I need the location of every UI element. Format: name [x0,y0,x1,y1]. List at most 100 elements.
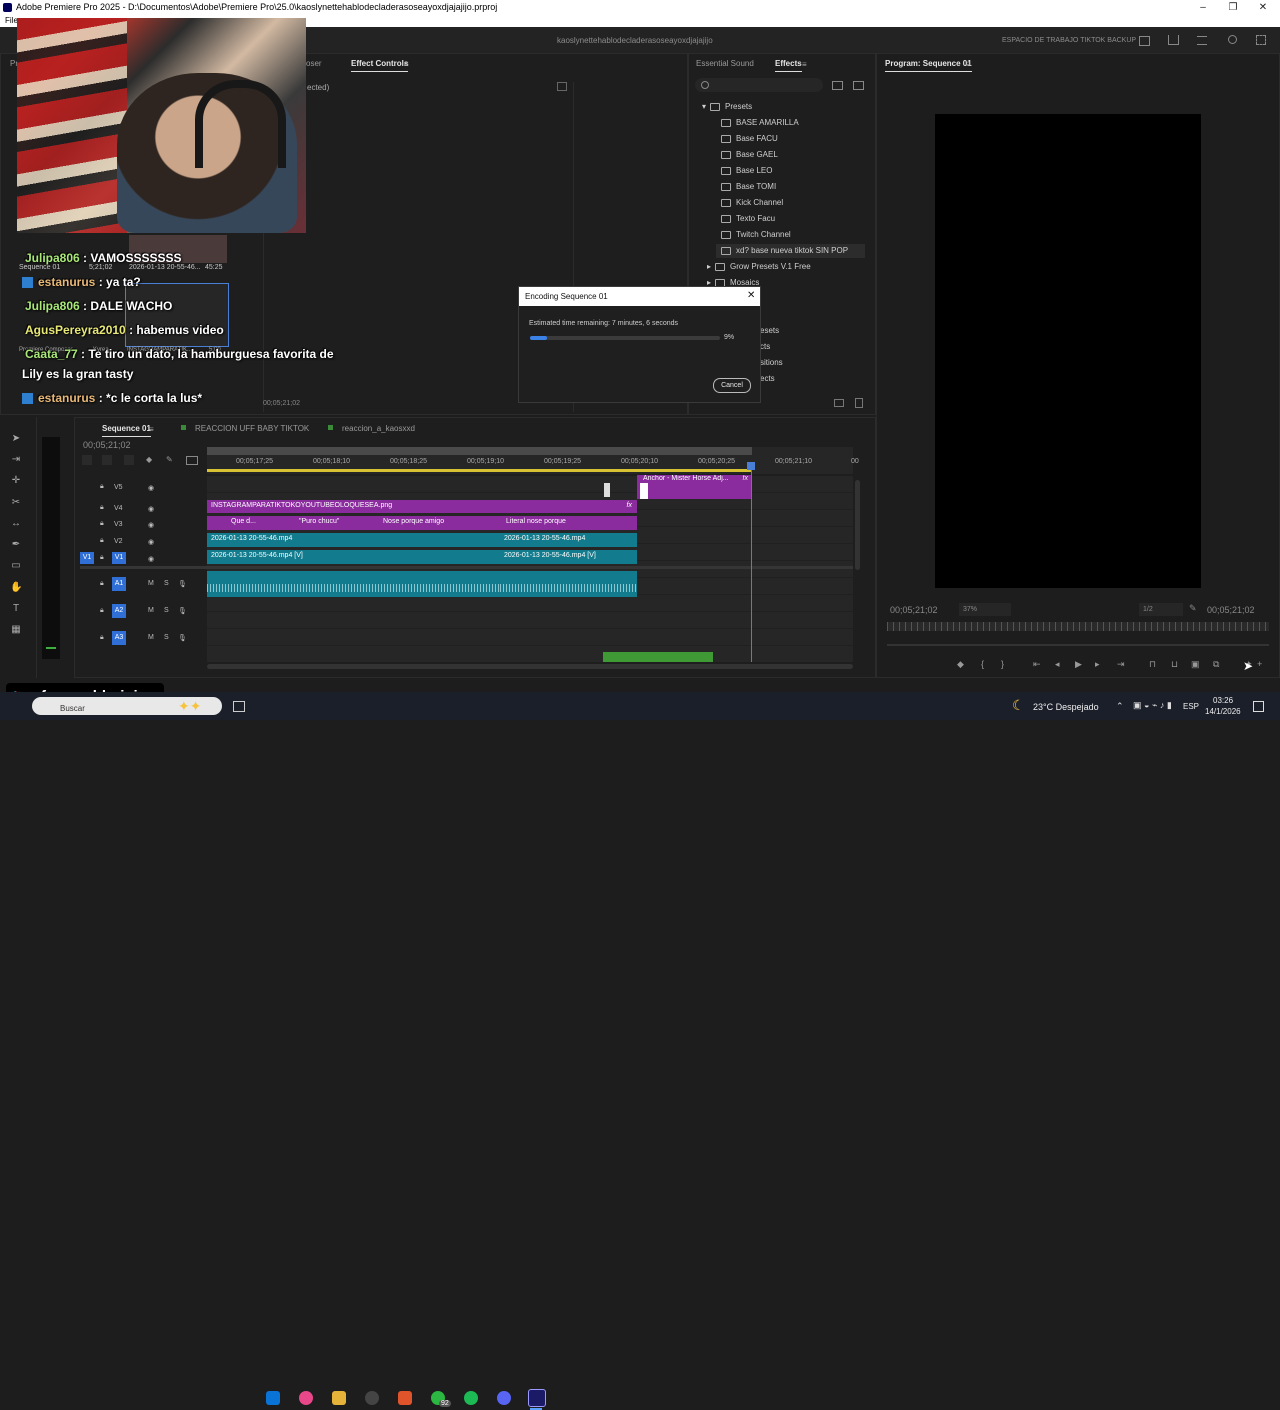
mark-out-icon[interactable]: } [1001,659,1004,669]
play-icon[interactable]: ▶ [1075,659,1082,670]
playhead-handle[interactable] [747,462,755,470]
close-button[interactable]: ✕ [1248,0,1278,15]
presets-folder[interactable]: ▾ Presets [702,100,752,114]
toggle-icon[interactable] [557,82,567,91]
clip-anchor-adjustment[interactable]: Anchor - Mister Horse Adj... fx [637,475,751,499]
step-forward-icon[interactable]: ▸ [1095,659,1100,670]
timeline-scrollbar[interactable] [207,664,853,669]
tab-reaccion-kaos[interactable]: reaccion_a_kaosxxd [342,424,415,433]
preset-item[interactable]: Base FACU [721,132,778,146]
menu-file[interactable]: File [5,15,18,27]
clip-png[interactable]: INSTAGRAMPARATIKTOKOYOUTUBEOLOQUESEA.png… [207,500,637,513]
vertical-scrollbar[interactable] [855,480,860,570]
track-select-icon[interactable]: ⇥ [10,454,22,466]
clip-small[interactable] [604,483,610,497]
export-frame-icon[interactable]: ▣ [1191,659,1200,670]
menu-lines-icon[interactable] [1197,36,1207,45]
eye-icon[interactable]: ◉ [148,484,154,492]
lock-icon[interactable]: 🔒︎ [100,504,104,512]
language-indicator[interactable]: ESP [1183,702,1199,711]
playhead-scrubber[interactable] [887,622,1269,631]
minimize-button[interactable]: – [1188,0,1218,15]
playhead-line[interactable] [751,462,752,662]
cancel-button[interactable]: Cancel [713,378,751,393]
premiere-taskbar-icon[interactable] [528,1389,546,1407]
preset-item-selected[interactable]: xd? base nueva tiktok SIN POP [716,244,865,258]
app-pink-icon[interactable] [299,1391,313,1405]
clip-text-4[interactable]: Literal nose porque [500,516,637,530]
clip-video-v2-a[interactable]: 2026-01-13 20-55-46.mp4 [207,533,500,547]
delete-icon[interactable] [855,398,863,408]
clip-text-1[interactable]: Que d... [207,516,273,530]
add-button-icon[interactable]: + [1257,659,1262,669]
clip-text-2[interactable]: "Puro chucu" [273,516,359,530]
preset-item[interactable]: Twitch Channel [721,228,791,242]
track-v2[interactable]: V2 [114,538,123,545]
razor-icon[interactable]: ✂ [10,497,22,509]
clip-green-bottom[interactable] [603,652,713,662]
store-icon[interactable] [266,1391,280,1405]
effects-folder-partial[interactable]: sitions [760,356,783,370]
nest-icon[interactable] [82,455,92,465]
selection-tool-icon[interactable]: ➤ [10,433,22,445]
microphone-icon[interactable]: 🎙︎ [178,634,187,642]
brave-icon[interactable] [398,1391,412,1405]
snap-icon[interactable] [102,455,112,465]
accelerated-effects-icon[interactable] [832,81,843,90]
eye-icon[interactable]: ◉ [148,521,154,529]
wrench-icon[interactable]: ✎ [1189,603,1197,614]
dialog-close-icon[interactable]: ✕ [747,290,755,301]
add-marker-icon[interactable]: ◆ [957,659,964,670]
search-icon[interactable] [1228,35,1237,44]
solo-toggle[interactable]: S [164,607,169,614]
mute-toggle[interactable]: M [148,607,154,614]
eye-icon[interactable]: ◉ [148,505,154,513]
marker-icon[interactable]: ◆ [146,455,152,464]
microphone-icon[interactable]: 🎙︎ [178,580,187,588]
tab-effect-controls[interactable]: Effect Controls [351,59,409,72]
lock-icon[interactable]: 🔒︎ [100,580,104,588]
notification-icon[interactable] [1253,701,1264,712]
panel-menu-icon[interactable]: ≡ [802,60,807,69]
preset-item[interactable]: Base TOMI [721,180,776,194]
effects-folder-partial[interactable]: cts [760,340,770,354]
microphone-icon[interactable]: 🎙︎ [178,607,187,615]
clock-time[interactable]: 03:26 [1213,696,1233,705]
captions-tool-icon[interactable]: ▦ [10,624,22,636]
clip-video-v2-b[interactable]: 2026-01-13 20-55-46.mp4 [500,533,637,547]
clip-text-3[interactable]: Nose porque amigo [359,516,500,530]
preset-item[interactable]: BASE AMARILLA [721,116,799,130]
maximize-button[interactable]: ❐ [1218,0,1248,15]
scrub-bar[interactable] [887,644,1269,646]
tray-icons[interactable]: ▣ ◒ ⌁ ♪ ▮ [1133,700,1172,711]
tab-reaccion-uff[interactable]: REACCION UFF BABY TIKTOK [195,424,309,433]
clip-video-v1-a[interactable]: 2026-01-13 20-55-46.mp4 [V] [207,550,500,564]
fullscreen-icon[interactable] [1256,35,1266,45]
ripple-edit-icon[interactable]: ✛ [10,475,22,487]
lock-icon[interactable]: 🔒︎ [100,537,104,545]
workspace-label[interactable]: ESPACIO DE TRABAJO TIKTOK BACKUP [1002,37,1136,44]
resolution-select[interactable]: 1/2 [1139,603,1183,616]
preset-item[interactable]: Base GAEL [721,148,778,162]
chrome-icon[interactable] [365,1391,379,1405]
thumb-selected[interactable] [125,283,229,347]
hand-icon[interactable]: ✋ [10,582,22,594]
lock-icon[interactable]: 🔒︎ [100,483,104,491]
track-v4[interactable]: V4 [114,505,123,512]
32bit-effects-icon[interactable] [853,81,864,90]
preset-item[interactable]: Kick Channel [721,196,783,210]
lock-icon[interactable]: 🔒︎ [100,554,104,562]
captions-icon[interactable] [186,456,198,465]
track-v3[interactable]: V3 [114,521,123,528]
track-a2[interactable]: A2 [112,604,126,618]
tab-sequence-01[interactable]: Sequence 01 [102,424,151,437]
go-to-in-icon[interactable]: ⇤ [1033,659,1041,670]
workspace-icon[interactable] [1139,36,1150,46]
rectangle-icon[interactable]: ▭ [10,560,22,572]
spotify-icon[interactable] [464,1391,478,1405]
tab-essential-sound[interactable]: Essential Sound [696,59,754,68]
track-v5[interactable]: V5 [114,484,123,491]
clip-audio-a1-b[interactable] [500,571,637,597]
tray-chevron-icon[interactable]: ⌃ [1116,701,1124,712]
clip-audio-a1-a[interactable] [207,571,500,597]
